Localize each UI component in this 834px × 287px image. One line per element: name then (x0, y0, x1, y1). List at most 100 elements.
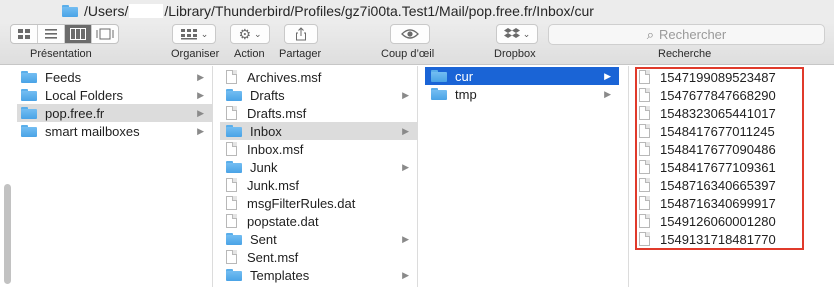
file-row[interactable]: Junk.msf (220, 176, 417, 194)
row-label: Sent.msf (247, 249, 299, 265)
row-label: Junk.msf (247, 177, 300, 193)
file-icon (226, 178, 237, 192)
file-icon (226, 196, 237, 210)
list-view-button[interactable] (38, 25, 65, 43)
file-row[interactable]: 1547199089523487 (637, 68, 805, 86)
file-row[interactable]: msgFilterRules.dat (220, 194, 417, 212)
file-row[interactable]: Drafts.msf (220, 104, 417, 122)
icon-view-button[interactable] (11, 25, 38, 43)
folder-row[interactable]: Templates ▶ (220, 266, 417, 284)
file-icon (639, 70, 650, 84)
file-row[interactable]: 1548716340665397 (637, 176, 805, 194)
organiser-label: Organiser (171, 48, 220, 60)
row-label: 1548417677090486 (660, 141, 776, 157)
row-label: 1547677847668290 (660, 87, 776, 103)
file-row[interactable]: 1548417677109361 (637, 158, 805, 176)
row-label: Sent (250, 231, 277, 247)
share-icon (296, 27, 306, 41)
search-input[interactable]: ⌕ Rechercher (548, 24, 825, 45)
file-row[interactable]: 1549131718481770 (637, 230, 805, 248)
row-label: tmp (455, 86, 477, 102)
file-row[interactable]: Archives.msf (220, 68, 417, 86)
folder-row[interactable]: smart mailboxes ▶ (17, 122, 212, 140)
folder-row[interactable]: cur ▶ (425, 67, 619, 85)
icon-view-icon (18, 29, 30, 39)
dropbox-icon (503, 28, 520, 38)
folder-icon (226, 269, 242, 281)
search-placeholder: Rechercher (659, 27, 727, 42)
action-button[interactable]: ⚙ ⌄ (230, 24, 270, 44)
column-view-button[interactable] (65, 25, 92, 43)
organiser-button[interactable]: ⌄ (172, 24, 216, 44)
folder-row[interactable]: Junk ▶ (220, 158, 417, 176)
folder-row[interactable]: Sent ▶ (220, 230, 417, 248)
file-row[interactable]: 1548417677011245 (637, 122, 805, 140)
row-label: popstate.dat (247, 213, 319, 229)
file-row[interactable]: Inbox.msf (220, 140, 417, 158)
file-icon (639, 88, 650, 102)
folder-row[interactable]: tmp ▶ (425, 85, 619, 103)
column-2: Archives.msf Drafts ▶ Drafts.msf Inbox ▶ Inbox… (220, 66, 417, 287)
file-icon (639, 232, 650, 246)
folder-row[interactable]: pop.free.fr ▶ (17, 104, 212, 122)
chevron-right-icon: ▶ (402, 89, 409, 100)
file-row[interactable]: 1548716340699917 (637, 194, 805, 212)
file-row[interactable]: Sent.msf (220, 248, 417, 266)
row-label: 1548323065441017 (660, 105, 776, 121)
file-row[interactable]: 1548417677090486 (637, 140, 805, 158)
file-icon (639, 142, 650, 156)
folder-row[interactable]: Drafts ▶ (220, 86, 417, 104)
row-label: pop.free.fr (45, 105, 105, 121)
row-label: 1548417677011245 (660, 123, 775, 139)
row-label: 1547199089523487 (660, 69, 776, 85)
file-row[interactable]: 1549126060001280 (637, 212, 805, 230)
row-label: Local Folders (45, 87, 124, 103)
quick-look-button[interactable] (390, 24, 430, 44)
gear-icon: ⚙ (238, 25, 251, 42)
gallery-view-button[interactable] (92, 25, 118, 43)
file-row[interactable]: 1548323065441017 (637, 104, 805, 122)
chevron-down-icon: ⌄ (522, 28, 531, 39)
column-view-icon (70, 28, 86, 40)
folder-icon (226, 161, 242, 173)
folder-row[interactable]: Feeds ▶ (17, 68, 212, 86)
folder-icon (431, 70, 447, 82)
list-view-icon (45, 29, 57, 39)
folder-icon (226, 89, 242, 101)
column-divider[interactable] (417, 66, 418, 287)
folder-row[interactable]: Inbox ▶ (220, 122, 417, 140)
column-browser: Feeds ▶ Local Folders ▶ pop.free.fr ▶ smart ma… (0, 66, 834, 287)
folder-icon (226, 233, 242, 245)
row-label: smart mailboxes (45, 123, 140, 139)
column-1: Feeds ▶ Local Folders ▶ pop.free.fr ▶ smart ma… (17, 66, 212, 287)
scrollbar-thumb[interactable] (4, 184, 11, 284)
file-icon (226, 250, 237, 264)
row-label: 1549126060001280 (660, 213, 776, 229)
path-bar: /Users/ /Library/Thunderbird/Profiles/gz… (0, 0, 834, 22)
eye-icon (401, 29, 419, 39)
gallery-view-icon (96, 28, 114, 40)
file-icon (639, 160, 650, 174)
file-icon (226, 70, 237, 84)
row-label: cur (455, 68, 474, 84)
dropbox-button[interactable]: ⌄ (496, 24, 538, 44)
folder-row[interactable]: Local Folders ▶ (17, 86, 212, 104)
row-label: Inbox (250, 123, 282, 139)
chevron-right-icon: ▶ (197, 107, 204, 118)
column-divider[interactable] (628, 66, 629, 287)
file-icon (639, 178, 650, 192)
row-label: 1548417677109361 (660, 159, 776, 175)
folder-icon (21, 71, 37, 83)
row-label: 1548716340699917 (660, 195, 776, 211)
file-row[interactable]: 1547677847668290 (637, 86, 805, 104)
share-button[interactable] (284, 24, 318, 44)
file-row[interactable]: popstate.dat (220, 212, 417, 230)
folder-icon (21, 125, 37, 137)
chevron-right-icon: ▶ (197, 71, 204, 82)
chevron-down-icon: ⌄ (254, 28, 262, 39)
folder-icon (21, 107, 37, 119)
view-mode-control[interactable] (10, 24, 119, 44)
row-label: Drafts.msf (247, 105, 307, 121)
row-label: Junk (250, 159, 278, 175)
column-divider[interactable] (212, 66, 213, 287)
